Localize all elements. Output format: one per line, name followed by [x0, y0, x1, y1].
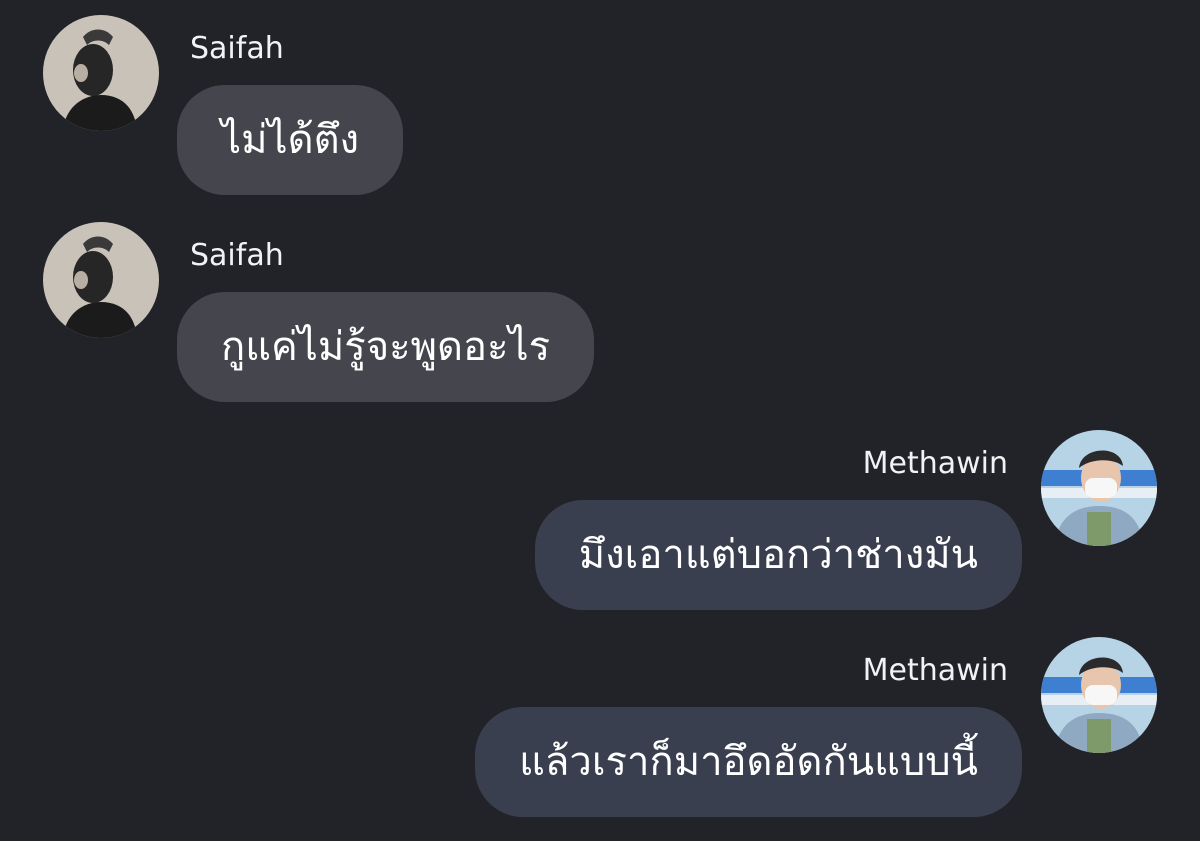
sender-name: Saifah	[190, 31, 284, 66]
user-avatar-icon	[1041, 637, 1157, 753]
avatar-saifah[interactable]	[43, 15, 159, 131]
message-row: Methawin มึงเอาแต่บอกว่าช่างมัน	[0, 430, 1200, 620]
sender-name: Methawin	[862, 653, 1008, 688]
user-avatar-icon	[43, 15, 159, 131]
message-row: Methawin แล้วเราก็มาอึดอัดกันแบบนี้	[0, 637, 1200, 827]
message-bubble[interactable]: แล้วเราก็มาอึดอัดกันแบบนี้	[475, 707, 1022, 817]
avatar-methawin[interactable]	[1041, 637, 1157, 753]
message-bubble[interactable]: กูแค่ไม่รู้จะพูดอะไร	[177, 292, 595, 402]
avatar-methawin[interactable]	[1041, 430, 1157, 546]
user-avatar-icon	[1041, 430, 1157, 546]
sender-name: Saifah	[190, 238, 284, 273]
chat-thread: Saifah ไม่ได้ตึง Saifah กูแค่ไม่รู้จะพูด…	[0, 0, 1200, 841]
sender-name: Methawin	[862, 446, 1008, 481]
avatar-saifah[interactable]	[43, 222, 159, 338]
message-row: Saifah ไม่ได้ตึง	[0, 15, 1200, 205]
user-avatar-icon	[43, 222, 159, 338]
message-row: Saifah กูแค่ไม่รู้จะพูดอะไร	[0, 222, 1200, 412]
message-bubble[interactable]: มึงเอาแต่บอกว่าช่างมัน	[534, 500, 1022, 610]
message-bubble[interactable]: ไม่ได้ตึง	[177, 85, 404, 195]
